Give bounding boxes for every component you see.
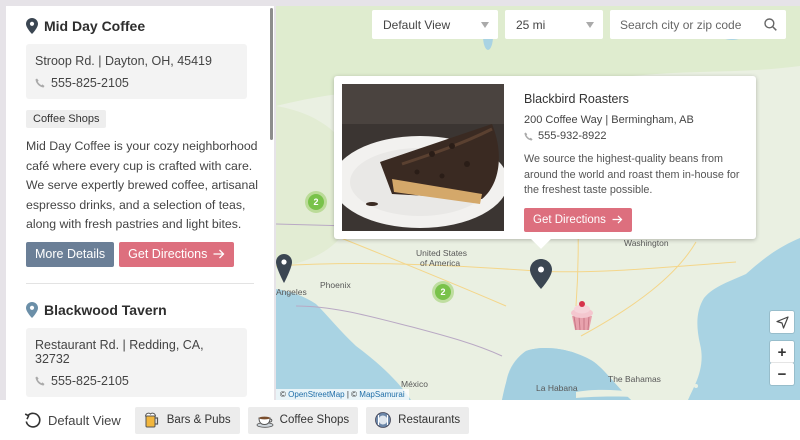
- filter-chip-label: Coffee Shops: [279, 414, 350, 426]
- locate-me-button[interactable]: [770, 311, 794, 333]
- map-attribution: © OpenStreetMap | © MapSamurai: [276, 389, 409, 400]
- location-title-row: Blackwood Tavern: [26, 301, 254, 318]
- popup-body: Blackbird Roasters 200 Coffee Way | Berm…: [524, 92, 746, 232]
- popup-get-directions-button[interactable]: Get Directions: [524, 207, 632, 232]
- popup-title: Blackbird Roasters: [524, 92, 629, 106]
- location-name[interactable]: Blackwood Tavern: [44, 302, 167, 318]
- address-box: Stroop Rd. | Dayton, OH, 45419 555-825-2…: [26, 44, 247, 99]
- popup-description: We source the highest-quality beans from…: [524, 153, 740, 196]
- view-select-value: Default View: [383, 17, 451, 32]
- location-name[interactable]: Mid Day Coffee: [44, 18, 145, 34]
- cupcake-marker-icon[interactable]: [568, 300, 596, 332]
- map-pin-icon[interactable]: [276, 254, 292, 284]
- reset-rotate-icon: [24, 412, 41, 428]
- phone-icon: [524, 131, 533, 141]
- location-phone[interactable]: 555-825-2105: [51, 76, 129, 90]
- search-icon[interactable]: [764, 18, 777, 31]
- zoom-out-button[interactable]: −: [770, 363, 794, 385]
- scrollbar-thumb[interactable]: [270, 8, 273, 140]
- phone-row: 555-825-2105: [35, 374, 238, 388]
- phone-icon: [35, 78, 45, 88]
- location-address: Stroop Rd. | Dayton, OH, 45419: [35, 54, 212, 68]
- location-card: Blackwood Tavern Restaurant Rd. | Reddin…: [6, 284, 274, 397]
- coffee-cup-icon: [256, 416, 274, 428]
- sidebar-scrollbar[interactable]: [268, 6, 274, 400]
- zoom-in-button[interactable]: +: [770, 341, 794, 363]
- location-description: Mid Day Coffee is your cozy neighborhood…: [26, 139, 258, 232]
- filter-chip-restaurants[interactable]: Restaurants: [366, 406, 470, 434]
- map-view[interactable]: Washington United States of America Ange…: [276, 6, 800, 400]
- radius-select[interactable]: 25 mi: [505, 10, 603, 39]
- location-popup: Blackbird Roasters 200 Coffee Way | Berm…: [334, 76, 756, 249]
- map-label-angeles: Angeles: [276, 287, 307, 297]
- popup-address: 200 Coffee Way | Bermingham, AB: [524, 114, 694, 126]
- arrow-right-icon: [213, 250, 225, 259]
- popup-phone-row: 555-932-8922: [524, 130, 746, 142]
- openstreetmap-link[interactable]: OpenStreetMap: [288, 390, 344, 399]
- map-label-mexico: México: [401, 379, 428, 389]
- filter-chip-label: Restaurants: [398, 414, 461, 426]
- attribution-separator: | ©: [346, 390, 358, 399]
- get-directions-button[interactable]: Get Directions: [119, 241, 235, 267]
- cluster-count: 2: [435, 284, 451, 300]
- location-address: Restaurant Rd. | Redding, CA, 32732: [35, 337, 204, 366]
- search-input[interactable]: [620, 17, 750, 32]
- navigation-arrow-icon: [775, 315, 789, 329]
- get-directions-label: Get Directions: [128, 247, 208, 262]
- popup-get-directions-label: Get Directions: [533, 213, 606, 226]
- map-label-bahamas: The Bahamas: [608, 374, 661, 384]
- map-label-phoenix: Phoenix: [320, 280, 351, 290]
- map-pin-icon: [26, 18, 38, 34]
- mapsamurai-link[interactable]: MapSamurai: [359, 390, 404, 399]
- address-box: Restaurant Rd. | Redding, CA, 32732 555-…: [26, 327, 247, 397]
- location-phone[interactable]: 555-825-2105: [51, 374, 129, 388]
- category-filter-bar: Default View Bars & Pubs Coffee Shops Re…: [0, 400, 800, 440]
- map-label-washington: Washington: [624, 238, 669, 248]
- location-search[interactable]: [610, 10, 786, 39]
- map-label-la-habana: La Habana: [536, 383, 578, 393]
- chevron-down-icon: [481, 21, 489, 28]
- radius-select-value: 25 mi: [516, 17, 546, 32]
- marker-cluster[interactable]: 2: [432, 281, 454, 303]
- view-select[interactable]: Default View: [372, 10, 498, 39]
- filter-chip-coffee-shops[interactable]: Coffee Shops: [247, 406, 359, 434]
- map-pin-icon[interactable]: [530, 259, 552, 289]
- phone-row: 555-825-2105: [35, 76, 238, 90]
- more-details-label: More Details: [35, 247, 106, 262]
- location-card: Mid Day Coffee Stroop Rd. | Dayton, OH, …: [6, 6, 274, 267]
- marker-cluster[interactable]: 2: [305, 191, 327, 213]
- default-view-label: Default View: [48, 412, 121, 428]
- beer-mug-icon: [144, 412, 158, 428]
- default-view-button[interactable]: Default View: [24, 411, 121, 429]
- arrow-right-icon: [612, 215, 623, 224]
- filter-chip-bars-pubs[interactable]: Bars & Pubs: [134, 406, 240, 434]
- chevron-down-icon: [586, 21, 594, 28]
- category-tag: Coffee Shops: [26, 110, 107, 128]
- location-title-row: Mid Day Coffee: [26, 18, 254, 34]
- action-buttons: More Details Get Directions: [26, 241, 254, 267]
- map-label-of-america: of America: [420, 258, 461, 268]
- attribution-copyright: ©: [280, 390, 286, 399]
- popup-phone[interactable]: 555-932-8922: [538, 130, 607, 142]
- cluster-count: 2: [308, 194, 324, 210]
- location-photo: [342, 84, 504, 231]
- more-details-button[interactable]: More Details: [26, 241, 115, 267]
- filter-chip-label: Bars & Pubs: [166, 414, 231, 426]
- location-sidebar[interactable]: Mid Day Coffee Stroop Rd. | Dayton, OH, …: [6, 6, 274, 400]
- map-pin-icon: [26, 301, 38, 318]
- phone-icon: [35, 376, 45, 386]
- plate-cutlery-icon: [375, 412, 392, 428]
- map-label-united-states: United States: [416, 248, 468, 258]
